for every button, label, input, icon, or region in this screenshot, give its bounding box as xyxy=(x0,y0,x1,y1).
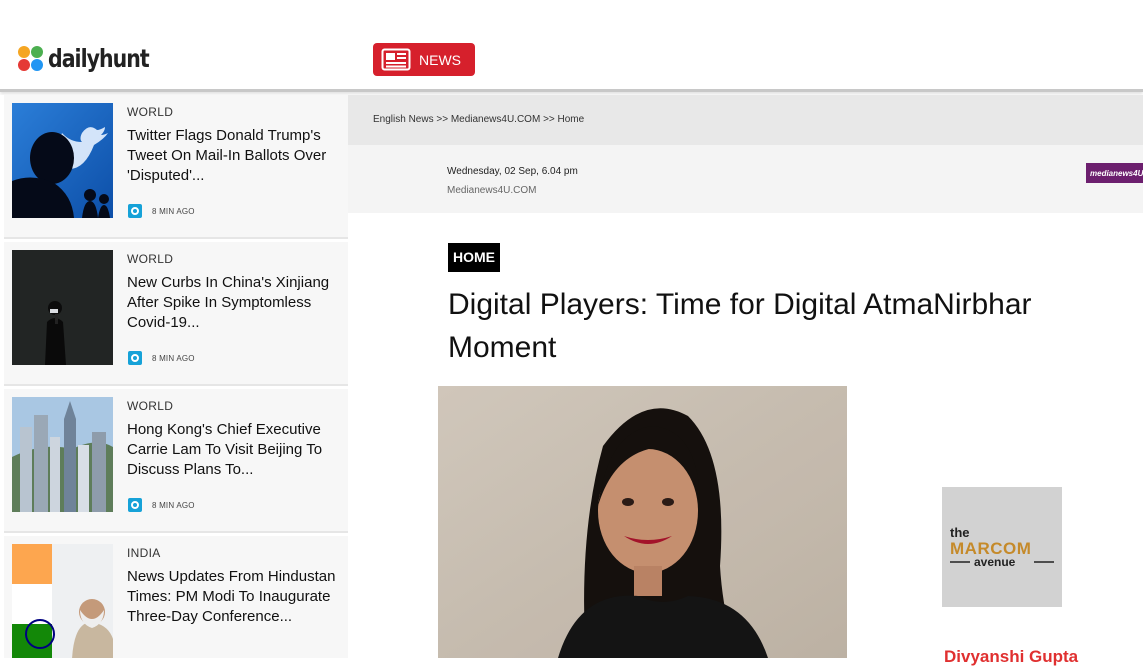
news-time: 8 MIN AGO xyxy=(152,206,195,216)
article-panel: English News >> Medianews4U.COM >> Home … xyxy=(348,95,1143,666)
top-header: dailyhunt NEWS xyxy=(0,0,1143,92)
news-title[interactable]: New Curbs In China's Xinjiang After Spik… xyxy=(127,273,339,333)
news-button-label: NEWS xyxy=(419,51,461,68)
publisher-logo[interactable]: medianews4U xyxy=(1086,163,1143,183)
logo-text: dailyhunt xyxy=(48,44,150,73)
news-thumbnail xyxy=(12,544,113,658)
article-meta-bar: Wednesday, 02 Sep, 6.04 pm Medianews4U.C… xyxy=(348,145,1143,213)
news-card[interactable]: WORLD New Curbs In China's Xinjiang Afte… xyxy=(4,242,348,386)
news-thumbnail xyxy=(12,250,113,365)
logo-mark-icon xyxy=(18,45,46,73)
publisher-logo-text: medianews4U xyxy=(1090,168,1143,178)
news-button[interactable]: NEWS xyxy=(373,43,475,76)
breadcrumb-bar: English News >> Medianews4U.COM >> Home xyxy=(348,95,1143,145)
news-card[interactable]: WORLD Hong Kong's Chief Executive Carrie… xyxy=(4,389,348,533)
breadcrumb[interactable]: English News >> Medianews4U.COM >> Home xyxy=(373,114,584,125)
news-title[interactable]: Hong Kong's Chief Executive Carrie Lam T… xyxy=(127,420,339,480)
ad-text-avenue: avenue xyxy=(974,555,1016,569)
newspaper-icon xyxy=(381,48,411,71)
news-category: WORLD xyxy=(127,105,174,119)
publisher-name[interactable]: Medianews4U.COM xyxy=(447,185,536,196)
news-category: WORLD xyxy=(127,399,174,413)
author-name[interactable]: Divyanshi Gupta xyxy=(944,647,1078,667)
source-icon xyxy=(128,204,142,218)
ad-banner[interactable]: the MARCOM avenue xyxy=(942,487,1062,607)
article-image xyxy=(438,386,847,658)
news-thumbnail xyxy=(12,397,113,512)
news-title[interactable]: News Updates From Hindustan Times: PM Mo… xyxy=(127,567,339,627)
article-tag[interactable]: HOME xyxy=(448,243,500,272)
ad-text-the: the xyxy=(950,525,970,540)
news-card[interactable]: INDIA News Updates From Hindustan Times:… xyxy=(4,536,348,658)
news-time: 8 MIN AGO xyxy=(152,500,195,510)
dailyhunt-logo[interactable]: dailyhunt xyxy=(18,44,171,73)
news-title[interactable]: Twitter Flags Donald Trump's Tweet On Ma… xyxy=(127,126,339,186)
article-date: Wednesday, 02 Sep, 6.04 pm xyxy=(447,166,578,177)
news-card[interactable]: WORLD Twitter Flags Donald Trump's Tweet… xyxy=(4,95,348,239)
source-icon xyxy=(128,498,142,512)
news-category: WORLD xyxy=(127,252,174,266)
news-thumbnail xyxy=(12,103,113,218)
news-category: INDIA xyxy=(127,546,161,560)
news-time: 8 MIN AGO xyxy=(152,353,195,363)
related-news-sidebar: WORLD Twitter Flags Donald Trump's Tweet… xyxy=(0,95,348,658)
article-headline: Digital Players: Time for Digital AtmaNi… xyxy=(448,288,1032,364)
source-icon xyxy=(128,351,142,365)
